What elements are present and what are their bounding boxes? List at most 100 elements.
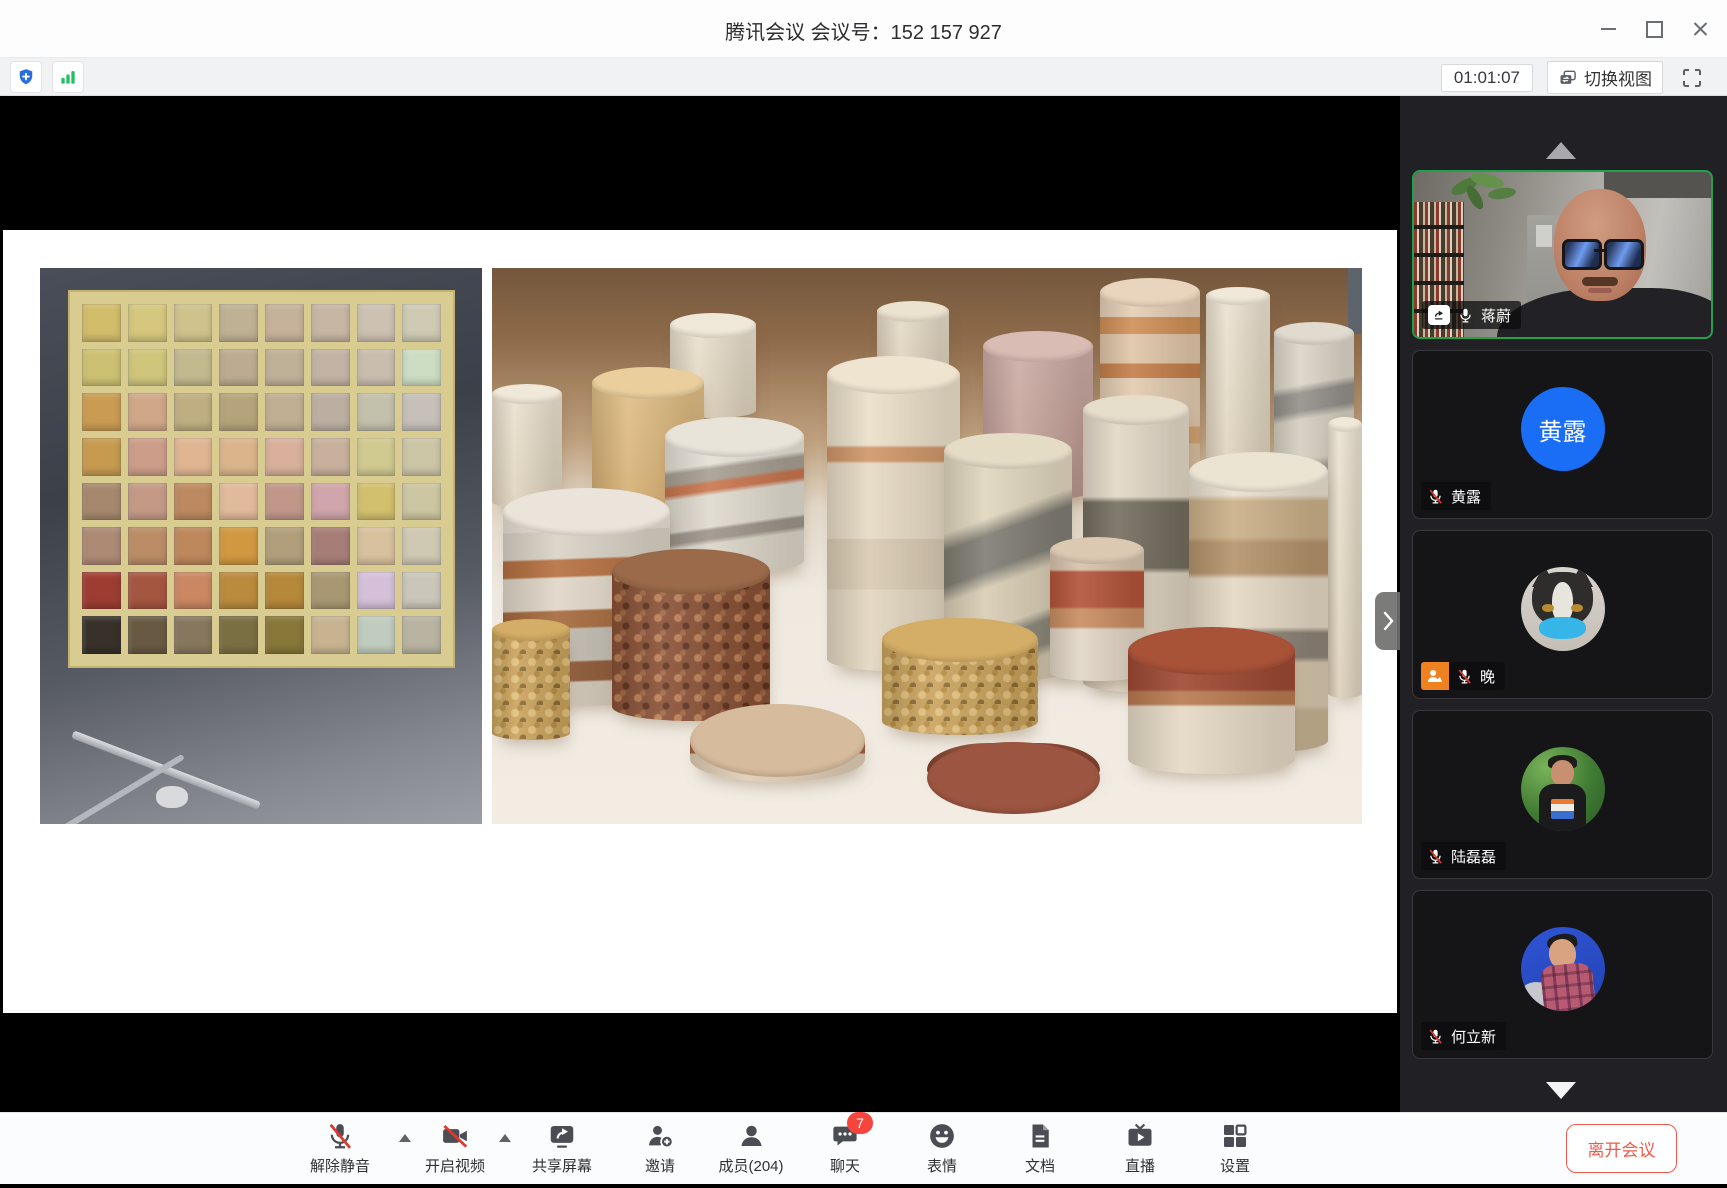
participants-sidebar: 蒋蔚 黄露 黄露 (1400, 96, 1727, 1112)
security-shield-button[interactable] (10, 61, 42, 93)
cylinder-top (1050, 537, 1144, 564)
soil-sample-cell (219, 572, 258, 610)
emoji-label: 表情 (927, 1155, 957, 1176)
cylinder-top (877, 301, 949, 322)
earth-core-cylinder (492, 620, 570, 740)
screen-bottom-edge (0, 1184, 1727, 1188)
settings-icon (1220, 1121, 1250, 1151)
fullscreen-button[interactable] (1677, 63, 1707, 93)
chevron-right-icon (1381, 610, 1395, 632)
soil-sample-cell (174, 483, 213, 521)
soil-sample-cell (174, 304, 213, 342)
members-button[interactable]: 成员(204) (718, 1120, 783, 1176)
participant-tile[interactable]: 陆磊磊 (1412, 710, 1713, 879)
soil-core-cylinders-photo (492, 268, 1362, 824)
host-badge-icon (1421, 662, 1449, 690)
scroll-down-arrow[interactable] (1546, 1082, 1576, 1099)
portrait-photo (1521, 927, 1605, 1011)
soil-sample-cell (128, 438, 167, 476)
cylinder-top (1274, 322, 1354, 345)
soil-sample-cell (128, 483, 167, 521)
soil-sample-cell (219, 483, 258, 521)
leave-meeting-button[interactable]: 离开会议 (1566, 1124, 1677, 1173)
maximize-icon (1646, 21, 1663, 38)
invite-button[interactable]: 邀请 (644, 1120, 676, 1176)
soil-sample-cell (265, 527, 304, 565)
switch-view-button[interactable]: 切换视图 (1547, 61, 1663, 94)
unmute-button[interactable]: 解除静音 (310, 1120, 370, 1176)
soil-sample-cell (357, 393, 396, 431)
soil-sample-tray-photo (40, 268, 482, 824)
cylinder-top (1189, 452, 1328, 492)
close-button[interactable] (1687, 16, 1713, 42)
soil-sample-cell (402, 616, 441, 654)
expand-panel-tab[interactable] (1375, 592, 1400, 650)
soil-sample-cell (402, 572, 441, 610)
participant-name: 蒋蔚 (1481, 305, 1511, 326)
cat-photo (1521, 567, 1605, 651)
camera-options-arrow[interactable] (499, 1134, 511, 1142)
plant (1464, 183, 1487, 211)
soil-sample-cell (265, 349, 304, 387)
network-signal-button[interactable] (52, 61, 84, 93)
participant-tile[interactable]: 何立新 (1412, 890, 1713, 1059)
soil-sample-cell (402, 349, 441, 387)
switch-view-icon (1558, 68, 1578, 88)
soil-sample-cell (311, 572, 350, 610)
emoji-button[interactable]: 表情 (926, 1120, 958, 1176)
soil-sample-cell (128, 349, 167, 387)
start-video-button[interactable]: 开启视频 (425, 1120, 485, 1176)
avatar (1521, 567, 1605, 651)
soil-sample-cell (402, 304, 441, 342)
soil-sample-cell (402, 527, 441, 565)
docs-button[interactable]: 文档 (1024, 1120, 1056, 1176)
avatar (1521, 747, 1605, 831)
participant-label: 蒋蔚 (1422, 301, 1521, 329)
mic-muted-icon (1427, 1028, 1444, 1045)
earth-core-cylinder (1128, 628, 1295, 774)
meeting-timer: 01:01:07 (1441, 64, 1533, 92)
mic-options-arrow[interactable] (399, 1134, 411, 1142)
cylinder-top (670, 313, 756, 338)
live-button[interactable]: 直播 (1124, 1120, 1156, 1176)
soil-sample-cell (265, 304, 304, 342)
soil-sample-cell (82, 438, 121, 476)
soil-sample-cell (357, 616, 396, 654)
start-video-label: 开启视频 (425, 1155, 485, 1176)
chat-button[interactable]: 7 聊天 (829, 1120, 861, 1176)
shared-slide (3, 230, 1397, 1013)
face (1554, 189, 1654, 319)
share-screen-button[interactable]: 共享屏幕 (532, 1120, 592, 1176)
soil-sample-cell (219, 616, 258, 654)
settings-button[interactable]: 设置 (1219, 1120, 1251, 1176)
cylinder-top (944, 433, 1072, 469)
soil-sample-cell (357, 527, 396, 565)
invite-icon (645, 1121, 675, 1151)
cylinder-top (1328, 417, 1362, 432)
maximize-button[interactable] (1641, 16, 1667, 42)
earth-core-cylinder (927, 743, 1100, 786)
soil-sample-cell (311, 393, 350, 431)
minimize-button[interactable] (1595, 16, 1621, 42)
participant-tile[interactable]: 黄露 黄露 (1412, 350, 1713, 519)
unmute-label: 解除静音 (310, 1155, 370, 1176)
soil-sample-cell (219, 349, 258, 387)
settings-label: 设置 (1220, 1155, 1250, 1176)
scroll-up-arrow[interactable] (1546, 142, 1576, 159)
share-screen-label: 共享屏幕 (532, 1155, 592, 1176)
earth-core-cylinder (612, 550, 770, 721)
chat-unread-badge: 7 (847, 1112, 873, 1134)
soil-sample-cell (402, 438, 441, 476)
participant-tile[interactable]: 蒋蔚 (1412, 170, 1713, 339)
soil-sample-cell (311, 527, 350, 565)
cylinder-top (882, 618, 1038, 662)
network-signal-icon (58, 67, 78, 87)
participant-tile[interactable]: 晚 (1412, 530, 1713, 699)
soil-sample-cell (402, 483, 441, 521)
switch-view-label: 切换视图 (1584, 65, 1652, 90)
emoji-icon (927, 1121, 957, 1151)
soil-sample-cell (82, 572, 121, 610)
live-icon (1125, 1121, 1155, 1151)
soil-sample-cell (174, 393, 213, 431)
soil-sample-cell (174, 349, 213, 387)
